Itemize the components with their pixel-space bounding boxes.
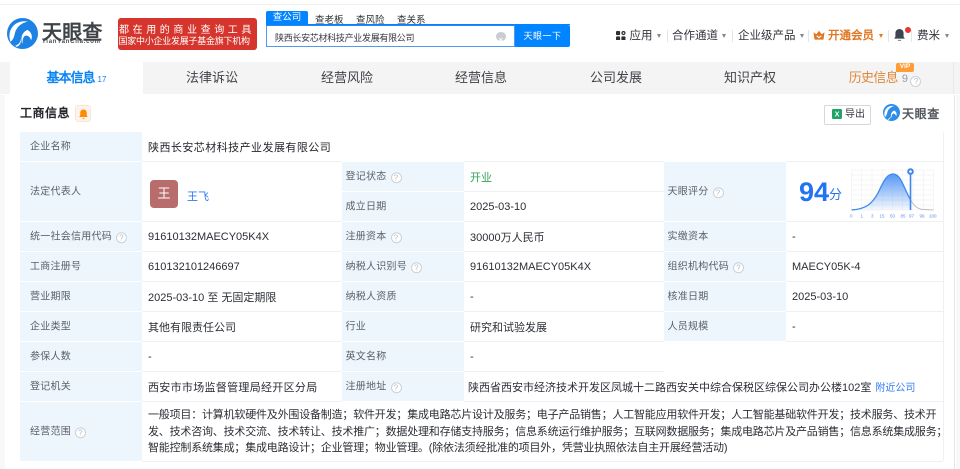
svg-text:0: 0 — [850, 214, 853, 219]
svg-text:3: 3 — [871, 214, 874, 219]
svg-text:15: 15 — [880, 214, 886, 219]
svg-text:1: 1 — [861, 214, 864, 219]
svg-text:50: 50 — [890, 214, 896, 219]
svg-text:100: 100 — [929, 214, 937, 219]
svg-text:99: 99 — [920, 214, 926, 219]
svg-text:97: 97 — [909, 214, 915, 219]
svg-text:85: 85 — [901, 214, 907, 219]
svg-text:X: X — [835, 110, 840, 119]
